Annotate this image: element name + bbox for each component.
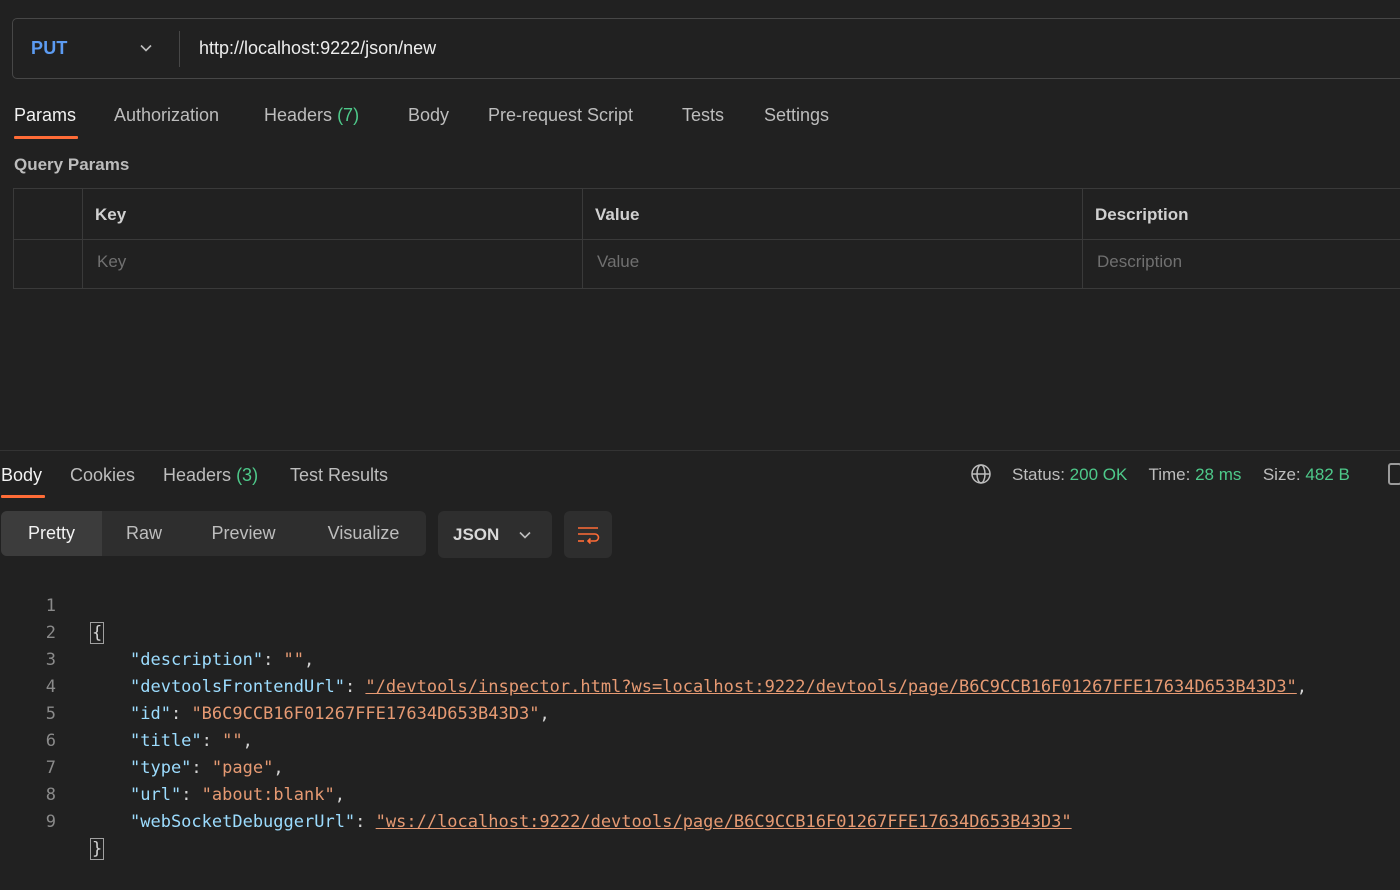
view-preview-button[interactable]: Preview bbox=[186, 511, 301, 556]
json-key: "id" bbox=[130, 704, 171, 724]
code-line: 4 "id": "B6C9CCB16F01267FFE17634D653B43D… bbox=[0, 647, 550, 724]
time-value: 28 ms bbox=[1195, 465, 1242, 484]
save-response-icon[interactable] bbox=[1388, 463, 1400, 485]
json-key: "devtoolsFrontendUrl" bbox=[130, 677, 345, 697]
json-value: "page" bbox=[211, 758, 274, 778]
size-value: 482 B bbox=[1305, 465, 1350, 484]
response-tab-body[interactable]: Body bbox=[1, 465, 42, 486]
wrap-lines-icon bbox=[578, 527, 600, 545]
response-status: Status: 200 OK Time: 28 ms Size: 482 B bbox=[1012, 465, 1350, 485]
status-label: Status: bbox=[1012, 465, 1065, 484]
tab-label: Test Results bbox=[290, 465, 389, 485]
trailing-punct: , bbox=[334, 785, 345, 805]
json-key: "type" bbox=[130, 758, 192, 778]
url-input[interactable]: http://localhost:9222/json/new bbox=[199, 38, 436, 59]
request-url-bar: PUT http://localhost:9222/json/new bbox=[12, 18, 1400, 79]
code-line: 5 "title": "", bbox=[0, 674, 253, 751]
code-line: 6 "type": "page", bbox=[0, 701, 284, 778]
format-label: JSON bbox=[453, 525, 500, 544]
value-input[interactable]: Value bbox=[597, 252, 639, 272]
tab-label: Pre-request Script bbox=[488, 105, 634, 125]
view-pretty-button[interactable]: Pretty bbox=[1, 511, 102, 556]
query-params-table: Key Value Description Key Value Descript… bbox=[13, 188, 1400, 289]
column-header-value: Value bbox=[595, 205, 640, 224]
view-visualize-button[interactable]: Visualize bbox=[301, 511, 426, 556]
description-input[interactable]: Description bbox=[1097, 252, 1182, 272]
tab-label: Params bbox=[14, 105, 77, 125]
trailing-punct: , bbox=[1296, 677, 1308, 697]
view-mode-toggle: Pretty Raw Preview Visualize bbox=[1, 511, 426, 556]
active-tab-indicator bbox=[14, 136, 78, 139]
trailing-punct: , bbox=[304, 650, 315, 670]
tab-label: Tests bbox=[682, 105, 725, 125]
size-label: Size: bbox=[1262, 465, 1301, 484]
json-key: "webSocketDebuggerUrl" bbox=[130, 812, 356, 832]
tab-authorization[interactable]: Authorization bbox=[114, 105, 219, 126]
open-brace: { bbox=[90, 622, 105, 644]
tab-count: (7) bbox=[337, 105, 360, 125]
tab-label: Headers bbox=[264, 105, 333, 125]
code-line: 1 { bbox=[0, 566, 105, 644]
line-number: 9 bbox=[45, 812, 56, 832]
trailing-punct: , bbox=[242, 731, 253, 751]
tab-count: (3) bbox=[236, 465, 259, 485]
column-header-description: Description bbox=[1095, 205, 1189, 224]
tab-label: Headers bbox=[163, 465, 232, 485]
json-key: "url" bbox=[130, 785, 182, 805]
key-input[interactable]: Key bbox=[97, 252, 126, 272]
tab-label: Settings bbox=[764, 105, 830, 125]
tab-pre-request-script[interactable]: Pre-request Script bbox=[488, 105, 633, 126]
code-line: 2 "description": "", bbox=[0, 593, 315, 670]
chevron-down-icon[interactable] bbox=[139, 41, 153, 55]
row-divider bbox=[14, 239, 1400, 240]
tab-label: Body bbox=[1, 465, 43, 485]
code-line: 8 "webSocketDebuggerUrl": "ws://localhos… bbox=[0, 755, 1072, 832]
wrap-lines-button[interactable] bbox=[564, 511, 612, 558]
tab-params[interactable]: Params bbox=[14, 105, 76, 126]
column-header-key: Key bbox=[95, 205, 127, 224]
json-link-value[interactable]: "ws://localhost:9222/devtools/page/B6C9C… bbox=[376, 812, 1072, 832]
code-line: 9 } bbox=[0, 782, 105, 860]
tab-label: Body bbox=[408, 105, 450, 125]
status-value: 200 OK bbox=[1069, 465, 1128, 484]
tab-label: Cookies bbox=[70, 465, 136, 485]
time-label: Time: bbox=[1148, 465, 1191, 484]
tab-settings[interactable]: Settings bbox=[764, 105, 829, 126]
url-divider bbox=[179, 31, 180, 67]
json-key: "description" bbox=[130, 650, 264, 670]
json-value: "" bbox=[222, 731, 243, 751]
active-tab-indicator bbox=[1, 495, 45, 498]
tab-tests[interactable]: Tests bbox=[682, 105, 724, 126]
chevron-down-icon bbox=[519, 531, 531, 539]
trailing-punct: , bbox=[273, 758, 284, 778]
trailing-punct: , bbox=[539, 704, 550, 724]
pane-divider[interactable] bbox=[0, 450, 1400, 451]
tab-body[interactable]: Body bbox=[408, 105, 449, 126]
query-params-title: Query Params bbox=[14, 155, 130, 174]
json-key: "title" bbox=[130, 731, 202, 751]
json-value: "" bbox=[283, 650, 305, 670]
response-tab-cookies[interactable]: Cookies bbox=[70, 465, 135, 486]
close-brace: } bbox=[90, 838, 105, 860]
json-value: "about:blank" bbox=[201, 785, 335, 805]
tab-label: Authorization bbox=[114, 105, 220, 125]
json-value: "B6C9CCB16F01267FFE17634D653B43D3" bbox=[191, 704, 540, 724]
code-line: 7 "url": "about:blank", bbox=[0, 728, 345, 805]
json-link-value[interactable]: "/devtools/inspector.html?ws=localhost:9… bbox=[365, 677, 1296, 697]
method-select[interactable]: PUT bbox=[31, 38, 68, 59]
code-line: 3 "devtoolsFrontendUrl": "/devtools/insp… bbox=[0, 620, 1307, 697]
response-tab-headers[interactable]: Headers (3) bbox=[163, 465, 258, 486]
globe-icon[interactable] bbox=[970, 463, 992, 485]
response-tab-test-results[interactable]: Test Results bbox=[290, 465, 388, 486]
tab-headers[interactable]: Headers (7) bbox=[264, 105, 359, 126]
format-select[interactable]: JSON bbox=[438, 511, 552, 558]
view-raw-button[interactable]: Raw bbox=[102, 511, 186, 556]
